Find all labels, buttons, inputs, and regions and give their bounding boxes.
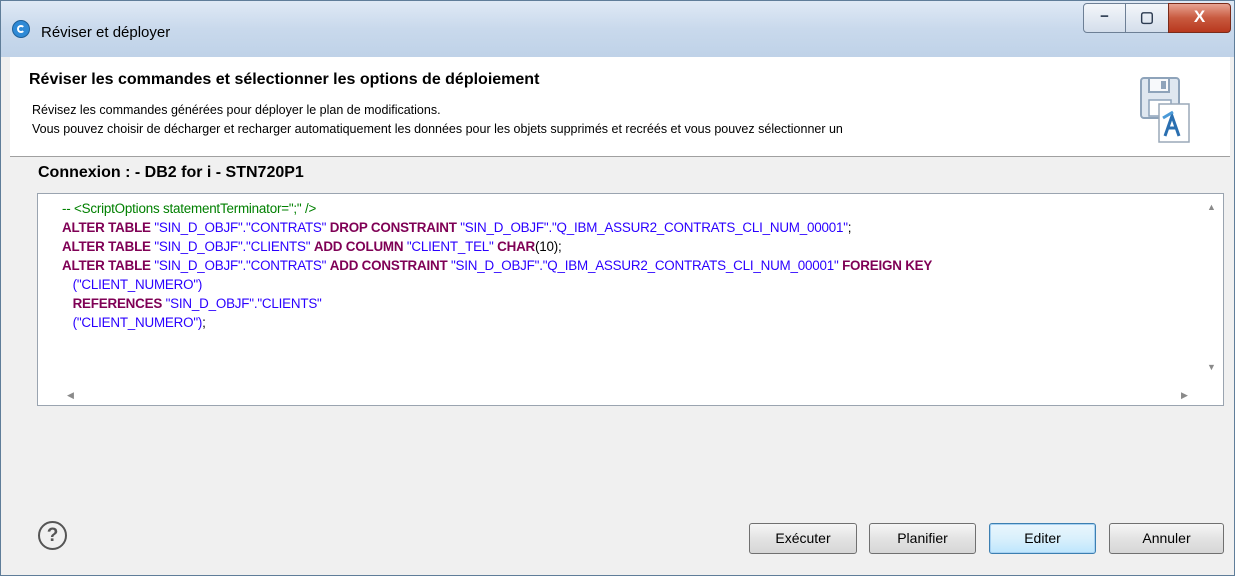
maximize-icon: ▢ <box>1139 9 1155 26</box>
code-line: -- <ScriptOptions statementTerminator=";… <box>62 199 1193 218</box>
code-punct: ; <box>847 220 852 235</box>
scroll-down-icon[interactable]: ▼ <box>1207 362 1216 372</box>
scroll-up-icon[interactable]: ▲ <box>1207 202 1216 212</box>
sql-code[interactable]: -- <ScriptOptions statementTerminator=";… <box>62 199 1193 332</box>
code-line: ("CLIENT_NUMERO"); <box>62 313 1193 332</box>
code-keyword: REFERENCES <box>72 296 163 311</box>
app-icon <box>12 20 30 38</box>
code-string: ("CLIENT_NUMERO") <box>72 277 203 292</box>
header-description: Révisez les commandes générées pour dépl… <box>32 101 843 139</box>
code-string: ("CLIENT_NUMERO") <box>72 315 203 330</box>
deploy-wizard-icon <box>1140 77 1190 143</box>
code-string: "CLIENT_TEL" <box>403 239 498 254</box>
code-string: "SIN_D_OBJF"."Q_IBM_ASSUR2_CONTRATS_CLI_… <box>447 258 843 273</box>
code-line: ALTER TABLE "SIN_D_OBJF"."CONTRATS" ADD … <box>62 256 1193 275</box>
code-keyword: ADD CONSTRAINT <box>329 258 448 273</box>
window-title: Réviser et déployer <box>41 24 171 41</box>
code-line: REFERENCES "SIN_D_OBJF"."CLIENTS" <box>62 294 1193 313</box>
code-comment: -- <ScriptOptions statementTerminator=";… <box>62 201 317 216</box>
maximize-button[interactable]: ▢ <box>1125 3 1169 33</box>
close-button[interactable]: X <box>1168 3 1231 33</box>
header-description-line1: Révisez les commandes générées pour dépl… <box>32 103 441 117</box>
edit-button[interactable]: Editer <box>989 523 1096 554</box>
help-icon[interactable]: ? <box>38 521 67 550</box>
scroll-left-icon[interactable]: ◀ <box>67 390 74 401</box>
horizontal-scrollbar[interactable]: ◀ ▶ <box>38 386 1223 405</box>
close-icon: X <box>1193 7 1206 26</box>
connection-label: Connexion : - DB2 for i - STN720P1 <box>38 164 304 181</box>
code-keyword: CHAR <box>497 239 536 254</box>
code-line: ALTER TABLE "SIN_D_OBJF"."CONTRATS" DROP… <box>62 218 1193 237</box>
sql-script-editor[interactable]: -- <ScriptOptions statementTerminator=";… <box>37 193 1224 406</box>
code-punct: (10); <box>535 239 562 254</box>
code-keyword: DROP CONSTRAINT <box>329 220 457 235</box>
code-punct: ; <box>202 315 206 330</box>
schedule-button[interactable]: Planifier <box>869 523 976 554</box>
code-keyword: ALTER TABLE <box>62 258 151 273</box>
minimize-button[interactable]: − <box>1083 3 1126 33</box>
wizard-header: Réviser les commandes et sélectionner le… <box>10 57 1230 157</box>
cancel-button[interactable]: Annuler <box>1109 523 1224 554</box>
header-title: Réviser les commandes et sélectionner le… <box>29 71 540 88</box>
title-bar[interactable]: Réviser et déployer − ▢ X <box>1 1 1234 57</box>
code-line: ALTER TABLE "SIN_D_OBJF"."CLIENTS" ADD C… <box>62 237 1193 256</box>
code-string: "SIN_D_OBJF"."CONTRATS" <box>150 220 330 235</box>
code-keyword: ALTER TABLE <box>62 220 151 235</box>
code-string: "SIN_D_OBJF"."CLIENTS" <box>150 239 314 254</box>
code-keyword: ADD COLUMN <box>313 239 404 254</box>
dialog-window: Réviser et déployer − ▢ X Réviser les co… <box>0 0 1235 576</box>
scroll-right-icon[interactable]: ▶ <box>1181 390 1188 401</box>
code-keyword: ALTER TABLE <box>62 239 151 254</box>
vertical-scrollbar[interactable]: ▲ ▼ <box>1199 194 1223 390</box>
execute-button[interactable]: Exécuter <box>749 523 857 554</box>
header-description-line2: Vous pouvez choisir de décharger et rech… <box>32 122 843 136</box>
code-line: ("CLIENT_NUMERO") <box>62 275 1193 294</box>
code-string: "SIN_D_OBJF"."CLIENTS" <box>162 296 322 311</box>
code-keyword: FOREIGN KEY <box>842 258 933 273</box>
code-string: "SIN_D_OBJF"."CONTRATS" <box>150 258 330 273</box>
code-string: "SIN_D_OBJF"."Q_IBM_ASSUR2_CONTRATS_CLI_… <box>456 220 848 235</box>
minimize-icon: − <box>1100 8 1109 25</box>
